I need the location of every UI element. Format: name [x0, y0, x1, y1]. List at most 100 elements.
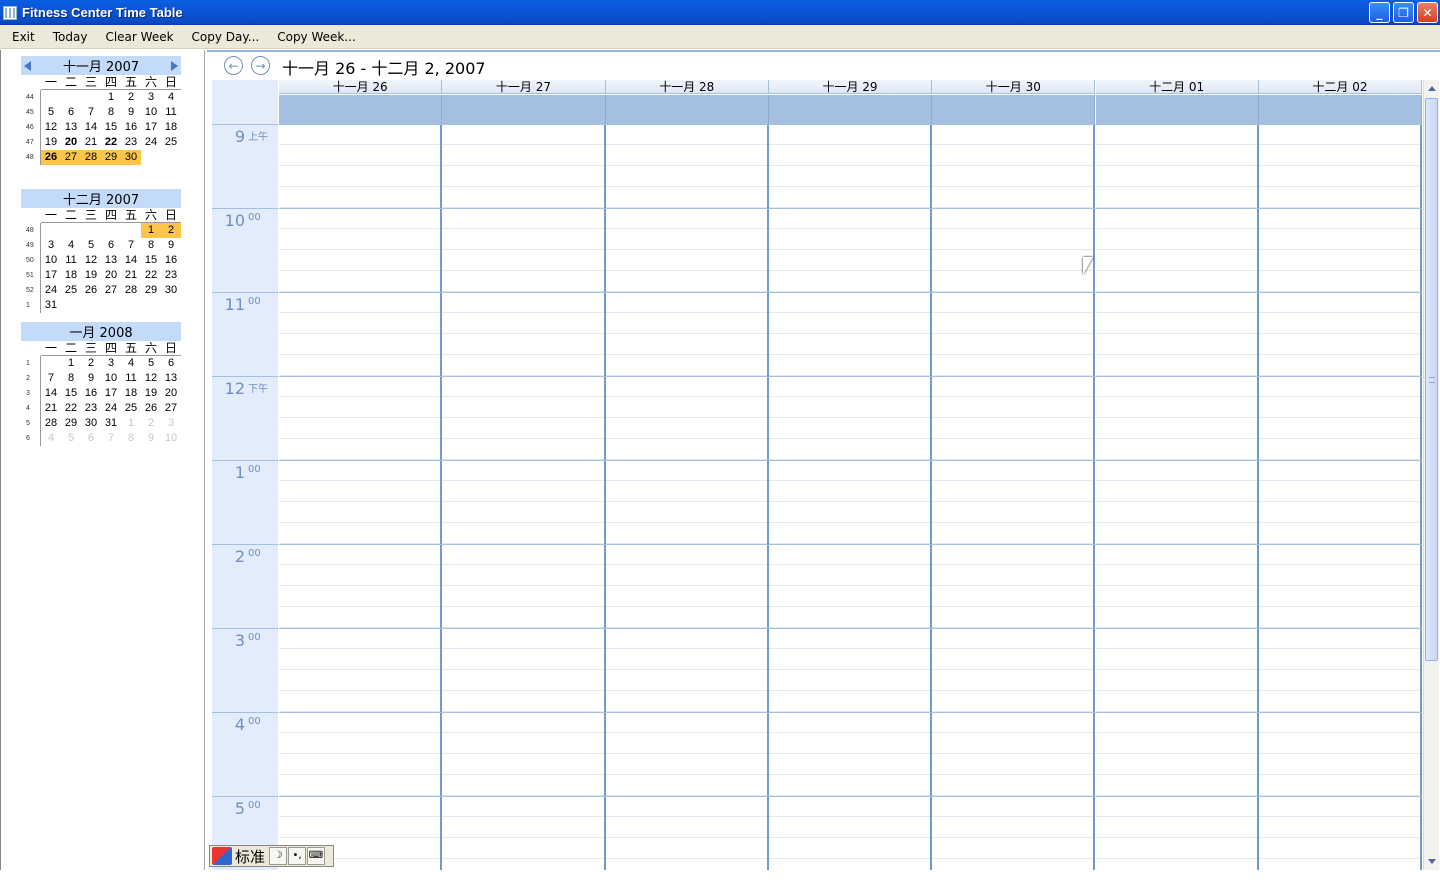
week-number[interactable]: 52	[21, 283, 41, 298]
calendar-day[interactable]: 16	[121, 120, 141, 135]
calendar-day[interactable]: 25	[121, 401, 141, 416]
calendar-day[interactable]: 30	[81, 416, 101, 431]
calendar-day[interactable]: 11	[61, 253, 81, 268]
day-column[interactable]	[768, 124, 933, 870]
calendar-day[interactable]: 19	[41, 135, 61, 150]
calendar-day[interactable]: 11	[121, 371, 141, 386]
day-column[interactable]	[1095, 124, 1259, 870]
calendar-day[interactable]: 6	[101, 238, 121, 253]
calendar-day[interactable]: 20	[161, 386, 181, 401]
calendar-day[interactable]: 27	[101, 283, 121, 298]
day-header-4[interactable]: 十一月 30	[932, 80, 1096, 94]
calendar-day[interactable]: 22	[141, 268, 161, 283]
prev-week-button[interactable]: ←	[224, 56, 243, 75]
close-button[interactable]: ✕	[1417, 2, 1438, 23]
week-number[interactable]: 2	[21, 371, 41, 386]
calendar-day[interactable]: 28	[121, 283, 141, 298]
calendar-day[interactable]: 5	[81, 238, 101, 253]
calendar-day[interactable]: 10	[141, 105, 161, 120]
calendar-day[interactable]	[141, 150, 161, 165]
calendar-day[interactable]	[161, 150, 181, 165]
calendar-day[interactable]: 19	[141, 386, 161, 401]
prev-month-icon[interactable]	[24, 61, 31, 71]
calendar-day[interactable]: 6	[81, 431, 101, 446]
calendar-day[interactable]	[121, 223, 141, 238]
menu-copy-day[interactable]: Copy Day...	[183, 30, 269, 44]
calendar-day[interactable]: 13	[61, 120, 81, 135]
minimize-button[interactable]: _	[1369, 2, 1390, 23]
calendar-day[interactable]: 14	[81, 120, 101, 135]
next-month-icon[interactable]	[171, 61, 178, 71]
calendar-day[interactable]: 28	[41, 416, 61, 431]
calendar-day[interactable]: 14	[41, 386, 61, 401]
calendar-day[interactable]: 14	[121, 253, 141, 268]
calendar-day[interactable]: 26	[41, 150, 61, 165]
calendar-day[interactable]: 2	[161, 223, 181, 238]
vertical-scrollbar[interactable]	[1423, 80, 1439, 870]
calendar-day[interactable]: 17	[141, 120, 161, 135]
week-number[interactable]: 45	[21, 105, 41, 120]
calendar-day[interactable]: 24	[141, 135, 161, 150]
all-day-slot[interactable]	[279, 95, 443, 124]
calendar-day[interactable]: 2	[121, 90, 141, 105]
week-number[interactable]: 3	[21, 386, 41, 401]
week-number[interactable]: 4	[21, 401, 41, 416]
day-header-6[interactable]: 十二月 02	[1258, 80, 1423, 94]
calendar-day[interactable]: 15	[61, 386, 81, 401]
calendar-day[interactable]: 25	[61, 283, 81, 298]
calendar-day[interactable]: 31	[41, 298, 61, 313]
calendar-day[interactable]	[121, 298, 141, 313]
calendar-day[interactable]: 27	[161, 401, 181, 416]
week-number[interactable]: 48	[21, 150, 41, 165]
calendar-day[interactable]: 1	[121, 416, 141, 431]
calendar-day[interactable]: 30	[161, 283, 181, 298]
calendar-day[interactable]: 12	[41, 120, 61, 135]
calendar-day[interactable]: 20	[61, 135, 81, 150]
all-day-slot[interactable]	[1258, 95, 1423, 124]
day-header-0[interactable]: 十一月 26	[279, 80, 443, 94]
calendar-day[interactable]: 4	[121, 356, 141, 371]
calendar-day[interactable]: 26	[141, 401, 161, 416]
day-header-5[interactable]: 十二月 01	[1095, 80, 1259, 94]
scroll-up-icon[interactable]	[1428, 86, 1436, 91]
menu-today[interactable]: Today	[44, 30, 97, 44]
calendar-day[interactable]: 27	[61, 150, 81, 165]
calendar-day[interactable]: 7	[121, 238, 141, 253]
all-day-slot[interactable]	[768, 95, 933, 124]
calendar-day[interactable]: 17	[101, 386, 121, 401]
week-number[interactable]: 6	[21, 431, 41, 446]
calendar-day[interactable]: 25	[161, 135, 181, 150]
day-column[interactable]	[1258, 124, 1423, 870]
week-number[interactable]: 1	[21, 356, 41, 371]
day-column[interactable]	[605, 124, 769, 870]
calendar-day[interactable]: 15	[141, 253, 161, 268]
calendar-day[interactable]	[41, 223, 61, 238]
menu-exit[interactable]: Exit	[0, 30, 44, 44]
calendar-day[interactable]: 17	[41, 268, 61, 283]
calendar-day[interactable]	[141, 298, 161, 313]
calendar-day[interactable]: 18	[61, 268, 81, 283]
scroll-down-icon[interactable]	[1428, 859, 1436, 864]
calendar-day[interactable]: 7	[81, 105, 101, 120]
calendar-day[interactable]: 9	[121, 105, 141, 120]
calendar-day[interactable]: 4	[61, 238, 81, 253]
calendar-day[interactable]: 29	[141, 283, 161, 298]
calendar-day[interactable]: 6	[161, 356, 181, 371]
calendar-day[interactable]: 22	[61, 401, 81, 416]
calendar-day[interactable]: 26	[81, 283, 101, 298]
calendar-day[interactable]: 23	[161, 268, 181, 283]
calendar-day[interactable]: 1	[61, 356, 81, 371]
calendar-day[interactable]: 9	[141, 431, 161, 446]
all-day-slot[interactable]	[442, 95, 606, 124]
calendar-day[interactable]: 7	[101, 431, 121, 446]
calendar-day[interactable]: 13	[161, 371, 181, 386]
calendar-day[interactable]: 5	[141, 356, 161, 371]
calendar-day[interactable]	[101, 223, 121, 238]
calendar-day[interactable]: 16	[161, 253, 181, 268]
calendar-day[interactable]: 24	[41, 283, 61, 298]
calendar-day[interactable]	[161, 298, 181, 313]
calendar-day[interactable]: 6	[61, 105, 81, 120]
all-day-slot[interactable]	[932, 95, 1096, 124]
week-number[interactable]: 50	[21, 253, 41, 268]
calendar-day[interactable]: 8	[121, 431, 141, 446]
